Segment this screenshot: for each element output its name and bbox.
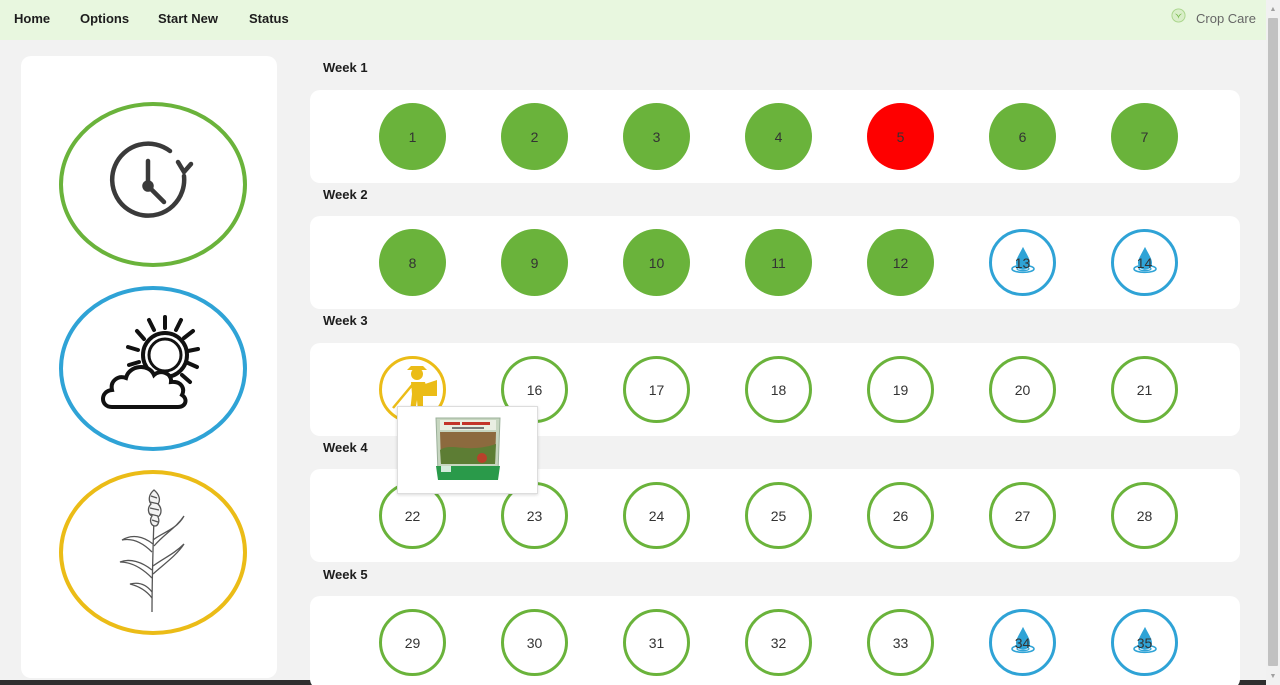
day-number: 23 — [526, 507, 543, 524]
vertical-scrollbar[interactable]: ▲ ▼ — [1266, 0, 1280, 685]
day-29-circle[interactable]: 29 — [379, 609, 446, 676]
day-12-circle[interactable]: 12 — [867, 229, 934, 296]
day-number: 16 — [526, 381, 543, 398]
day-number: 30 — [526, 634, 543, 651]
day-number: 17 — [648, 381, 665, 398]
week-4-label: Week 4 — [323, 440, 368, 455]
day-number: 1 — [408, 128, 417, 145]
fertilizer-product-bag-icon — [432, 414, 504, 487]
day-9-circle[interactable]: 9 — [501, 229, 568, 296]
day-33-circle[interactable]: 33 — [867, 609, 934, 676]
day-number: 20 — [1014, 381, 1031, 398]
day-number: 28 — [1136, 507, 1153, 524]
day-number: 31 — [648, 634, 665, 651]
brand[interactable]: Crop Care — [1171, 8, 1256, 28]
day-25-circle[interactable]: 25 — [745, 482, 812, 549]
day-number: 33 — [892, 634, 909, 651]
day-21-circle[interactable]: 21 — [1111, 356, 1178, 423]
day-number: 24 — [648, 507, 665, 524]
day-19-circle[interactable]: 19 — [867, 356, 934, 423]
nav-options-link[interactable]: Options — [80, 11, 129, 26]
day-28-circle[interactable]: 28 — [1111, 482, 1178, 549]
day-number: 35 — [1136, 634, 1153, 651]
day-3-circle[interactable]: 3 — [623, 103, 690, 170]
day-number: 27 — [1014, 507, 1031, 524]
day-number: 4 — [774, 128, 783, 145]
day-4-circle[interactable]: 4 — [745, 103, 812, 170]
day-number: 25 — [770, 507, 787, 524]
day-1-circle[interactable]: 1 — [379, 103, 446, 170]
day-31-circle[interactable]: 31 — [623, 609, 690, 676]
week-2-row: 8 9 10 11 12 13 14 — [310, 216, 1240, 309]
day-number: 10 — [648, 254, 665, 271]
day-number: 18 — [770, 381, 787, 398]
week-5-row: 29 30 31 32 33 34 35 — [310, 596, 1240, 685]
top-nav: Home Options Start New Status Crop Care — [0, 0, 1266, 40]
day-number: 22 — [404, 507, 421, 524]
nav-start-new-link[interactable]: Start New — [158, 11, 218, 26]
crop-plant-icon — [118, 488, 188, 617]
week-1-label: Week 1 — [323, 60, 368, 75]
day-8-circle[interactable]: 8 — [379, 229, 446, 296]
day-number: 21 — [1136, 381, 1153, 398]
day-number: 29 — [404, 634, 421, 651]
sidebar — [21, 56, 277, 678]
day-number: 7 — [1140, 128, 1149, 145]
nav-status-link[interactable]: Status — [249, 11, 289, 26]
day-number: 13 — [1014, 254, 1031, 271]
day-26-circle[interactable]: 26 — [867, 482, 934, 549]
fertilizer-product-popup — [397, 406, 538, 494]
clock-refresh-icon — [108, 137, 198, 232]
day-number: 26 — [892, 507, 909, 524]
weather-button[interactable] — [59, 286, 247, 451]
brand-name: Crop Care — [1196, 10, 1256, 26]
sun-cloud-icon — [98, 311, 208, 426]
day-number: 2 — [530, 128, 539, 145]
history-button[interactable] — [59, 102, 247, 267]
day-6-circle[interactable]: 6 — [989, 103, 1056, 170]
day-5-circle[interactable]: 5 — [867, 103, 934, 170]
day-14-circle[interactable]: 14 — [1111, 229, 1178, 296]
week-1-row: 1 2 3 4 5 6 7 — [310, 90, 1240, 183]
day-18-circle[interactable]: 18 — [745, 356, 812, 423]
scrollbar-thumb[interactable] — [1268, 18, 1278, 666]
day-30-circle[interactable]: 30 — [501, 609, 568, 676]
week-5-label: Week 5 — [323, 567, 368, 582]
day-number: 32 — [770, 634, 787, 651]
day-20-circle[interactable]: 20 — [989, 356, 1056, 423]
day-27-circle[interactable]: 27 — [989, 482, 1056, 549]
day-number: 9 — [530, 254, 539, 271]
day-35-circle[interactable]: 35 — [1111, 609, 1178, 676]
day-2-circle[interactable]: 2 — [501, 103, 568, 170]
day-11-circle[interactable]: 11 — [745, 229, 812, 296]
day-7-circle[interactable]: 7 — [1111, 103, 1178, 170]
day-24-circle[interactable]: 24 — [623, 482, 690, 549]
day-number: 8 — [408, 254, 417, 271]
day-number: 12 — [892, 254, 909, 271]
crop-button[interactable] — [59, 470, 247, 635]
day-number: 11 — [771, 254, 786, 271]
nav-home-link[interactable]: Home — [14, 11, 50, 26]
scroll-up-arrow-icon[interactable]: ▲ — [1266, 2, 1280, 16]
day-number: 6 — [1018, 128, 1027, 145]
day-number: 14 — [1136, 254, 1153, 271]
day-number: 34 — [1014, 634, 1031, 651]
day-32-circle[interactable]: 32 — [745, 609, 812, 676]
day-10-circle[interactable]: 10 — [623, 229, 690, 296]
day-34-circle[interactable]: 34 — [989, 609, 1056, 676]
day-17-circle[interactable]: 17 — [623, 356, 690, 423]
scroll-down-arrow-icon[interactable]: ▼ — [1266, 669, 1280, 683]
day-number: 5 — [896, 128, 905, 145]
day-number: 19 — [892, 381, 909, 398]
week-2-label: Week 2 — [323, 187, 368, 202]
week-3-label: Week 3 — [323, 313, 368, 328]
day-13-circle[interactable]: 13 — [989, 229, 1056, 296]
crop-care-logo-icon — [1171, 8, 1186, 28]
day-number: 3 — [652, 128, 661, 145]
